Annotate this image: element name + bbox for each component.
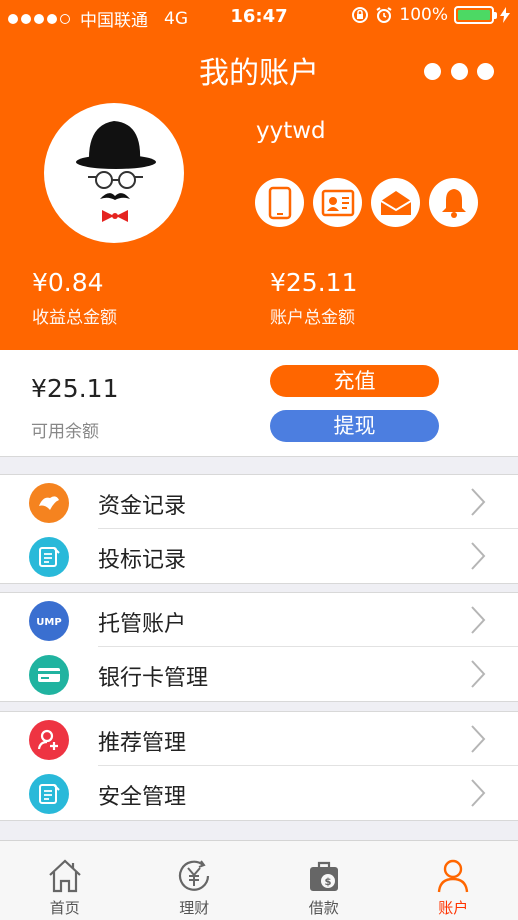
- bid-record-icon: [29, 537, 69, 577]
- account-total-label: 账户总金额: [270, 308, 355, 328]
- add-user-icon: [29, 720, 69, 760]
- chevron-right-icon: [471, 488, 486, 516]
- gentleman-avatar-icon: [76, 121, 156, 222]
- menu-group-accounts: UMP 托管账户 银行卡管理: [0, 592, 518, 702]
- menu-item-security[interactable]: 安全管理: [0, 766, 518, 820]
- ump-icon: UMP: [29, 601, 69, 641]
- chevron-right-icon: [471, 660, 486, 688]
- more-options-button[interactable]: [424, 60, 494, 82]
- tab-finance[interactable]: 理财: [130, 841, 260, 920]
- menu-group-records: 资金记录 投标记录: [0, 474, 518, 584]
- bank-card-icon: [29, 655, 69, 695]
- tab-label: 账户: [438, 899, 469, 917]
- menu-item-fund-records[interactable]: 资金记录: [0, 475, 518, 529]
- id-verify-button[interactable]: [313, 178, 362, 227]
- menu-item-custody-account[interactable]: UMP 托管账户: [0, 593, 518, 647]
- loan-icon: $: [309, 861, 338, 891]
- income-total: ¥0.84 收益总金额: [32, 268, 117, 328]
- available-balance-amount: ¥25.11: [31, 374, 119, 403]
- menu-item-bid-records[interactable]: 投标记录: [0, 529, 518, 583]
- chevron-right-icon: [471, 779, 486, 807]
- account-icon: [438, 859, 469, 893]
- menu-item-label: 资金记录: [98, 494, 187, 519]
- username: yytwd: [256, 118, 326, 144]
- svg-text:UMP: UMP: [36, 617, 61, 628]
- menu-item-label: 托管账户: [98, 612, 187, 637]
- menu-item-referral[interactable]: 推荐管理: [0, 712, 518, 766]
- account-header: 中国联通 4G 16:47 100% 我的账户 yytwd ¥0.84 收益总金…: [0, 0, 518, 350]
- menu-group-management: 推荐管理 安全管理: [0, 711, 518, 821]
- svg-text:$: $: [324, 877, 331, 888]
- tab-account[interactable]: 账户: [389, 841, 518, 920]
- menu-item-label: 安全管理: [98, 785, 187, 810]
- recharge-button[interactable]: 充值: [270, 365, 439, 397]
- tab-label: 借款: [308, 899, 339, 917]
- chevron-right-icon: [471, 542, 486, 570]
- menu-item-bank-card[interactable]: 银行卡管理: [0, 647, 518, 701]
- account-total-amount: ¥25.11: [270, 268, 358, 297]
- id-card-icon: [321, 189, 354, 216]
- rotation-lock-icon: [352, 7, 369, 23]
- menu-item-label: 银行卡管理: [98, 666, 209, 691]
- withdraw-button[interactable]: 提现: [270, 410, 439, 442]
- email-verify-button[interactable]: [371, 178, 420, 227]
- income-total-amount: ¥0.84: [32, 268, 104, 297]
- chevron-right-icon: [471, 725, 486, 753]
- alarm-icon: [376, 7, 392, 23]
- battery-percent: 100%: [399, 5, 448, 25]
- avatar[interactable]: [44, 103, 184, 243]
- phone-verify-button[interactable]: [255, 178, 304, 227]
- available-balance-label: 可用余额: [31, 422, 99, 442]
- bell-icon: [441, 188, 466, 218]
- tab-label: 理财: [179, 899, 210, 917]
- tab-bar: 首页 理财 $ 借款 账户: [0, 840, 518, 920]
- menu-item-label: 投标记录: [98, 548, 187, 573]
- tab-home[interactable]: 首页: [0, 841, 130, 920]
- tab-loan[interactable]: $ 借款: [259, 841, 389, 920]
- mail-icon: [379, 190, 412, 215]
- tab-label: 首页: [49, 899, 80, 917]
- home-icon: [48, 859, 81, 893]
- battery-icon: [454, 6, 497, 24]
- menu-item-label: 推荐管理: [98, 731, 187, 756]
- security-icon: [29, 774, 69, 814]
- finance-icon: [179, 860, 210, 891]
- account-total: ¥25.11 账户总金额: [270, 268, 357, 328]
- income-total-label: 收益总金额: [32, 308, 117, 328]
- notification-button[interactable]: [429, 178, 478, 227]
- phone-icon: [268, 186, 291, 219]
- available-balance-card: ¥25.11 可用余额: [0, 350, 518, 457]
- status-bar: 中国联通 4G 16:47 100%: [0, 0, 518, 34]
- charging-icon: [500, 7, 510, 23]
- money-record-icon: [29, 483, 69, 523]
- chevron-right-icon: [471, 606, 486, 634]
